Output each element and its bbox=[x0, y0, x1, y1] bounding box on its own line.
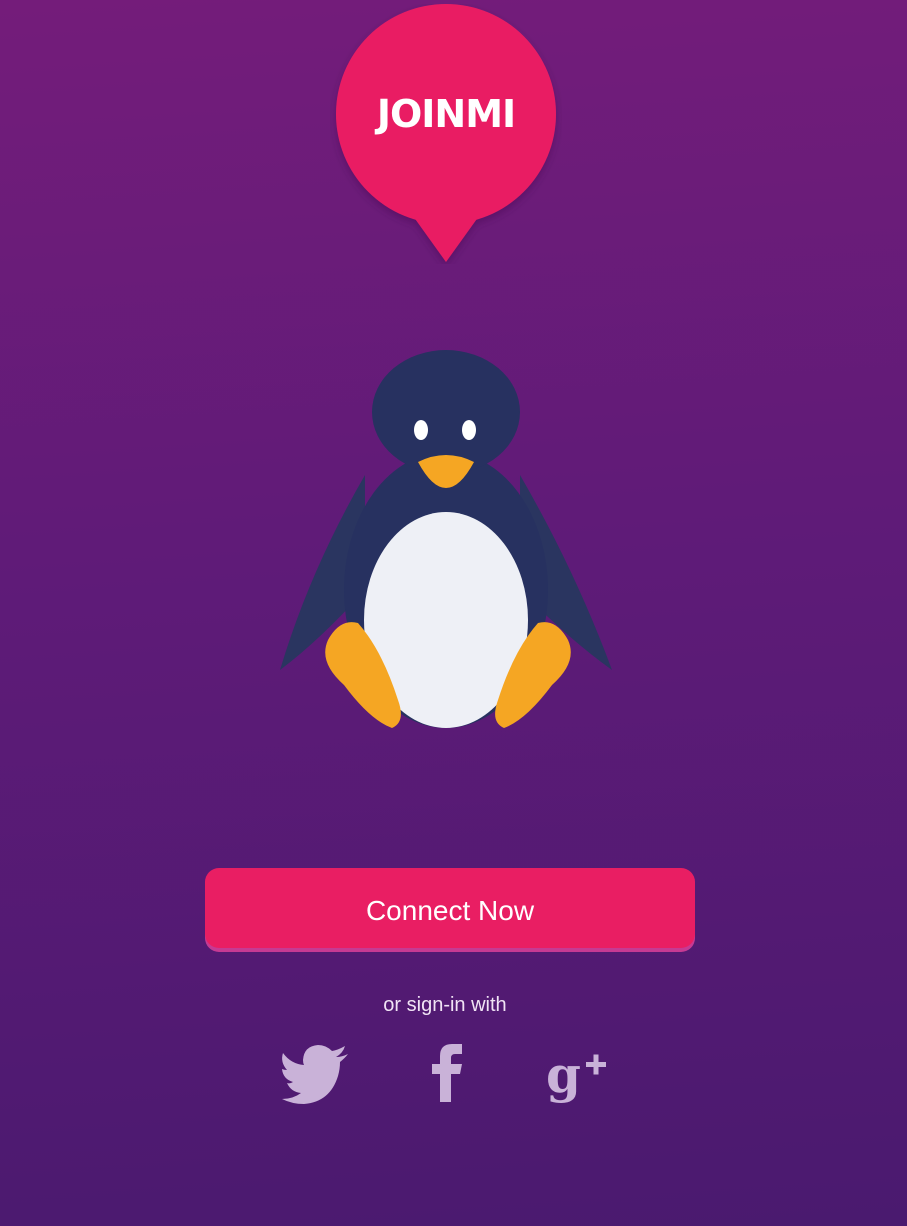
twitter-signin-button[interactable] bbox=[280, 1040, 352, 1108]
google-plus-signin-button[interactable]: g bbox=[544, 1040, 616, 1108]
facebook-signin-button[interactable] bbox=[412, 1040, 484, 1108]
signin-prompt: or sign-in with bbox=[383, 994, 507, 1016]
connect-now-button[interactable]: Connect Now bbox=[205, 868, 695, 948]
google-plus-icon: g bbox=[546, 1045, 606, 1104]
app-logo: JOINMI bbox=[330, 4, 562, 264]
penguin-mascot bbox=[270, 340, 630, 740]
twitter-bird-icon bbox=[282, 1045, 348, 1104]
penguin-icon bbox=[280, 350, 612, 728]
app-title: JOINMI bbox=[376, 92, 516, 136]
facebook-f-icon bbox=[432, 1044, 462, 1102]
svg-text:g: g bbox=[546, 1045, 581, 1104]
